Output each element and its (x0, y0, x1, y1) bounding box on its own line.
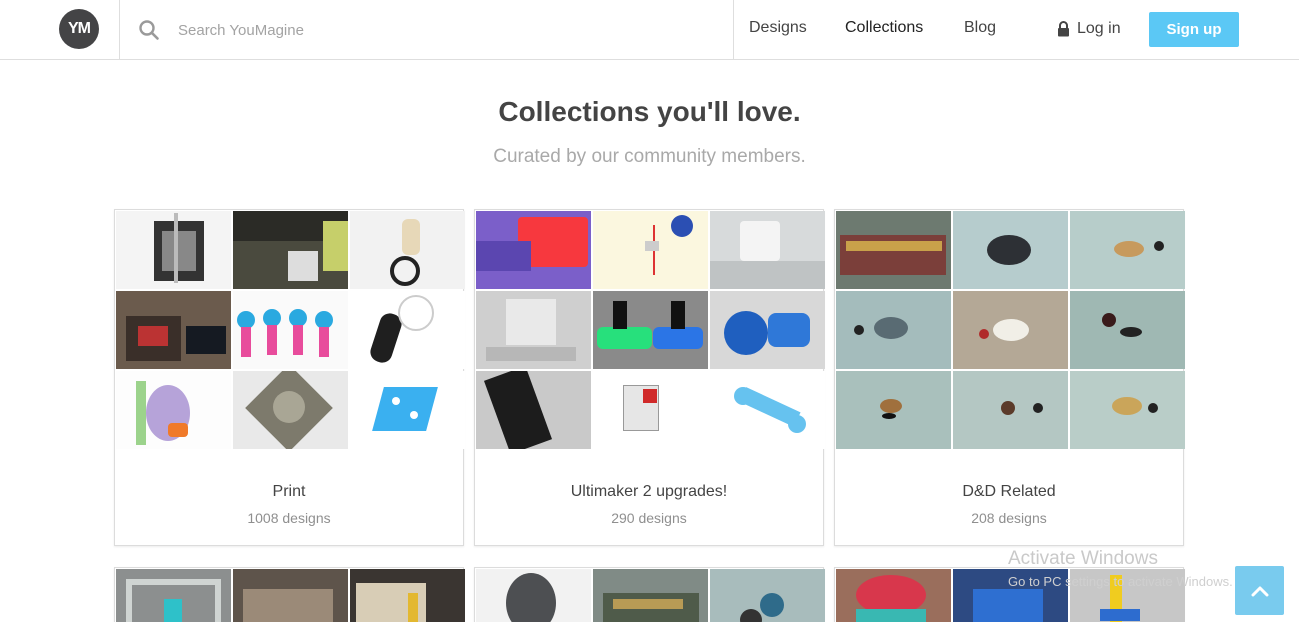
thumb-miniature-army (836, 211, 951, 289)
thumb-green-mount (593, 291, 708, 369)
thumb-headset (350, 291, 465, 369)
header-divider (119, 0, 120, 60)
thumbnail-grid (115, 568, 465, 622)
thumb-printer-head (710, 211, 825, 289)
thumb-printer-box (350, 569, 465, 622)
top-header: YM Designs Collections Blog Log in Sign … (0, 0, 1299, 60)
collection-title[interactable]: Print (115, 483, 463, 501)
thumb-blue-bracket (350, 371, 465, 449)
nav-designs[interactable]: Designs (749, 19, 807, 37)
thumb-figure-bike (350, 211, 465, 289)
thumb-printer-bed (233, 569, 348, 622)
signup-button[interactable]: Sign up (1149, 12, 1239, 47)
thumbnail-grid (475, 568, 825, 622)
thumb-spool-holder (116, 371, 231, 449)
thumb-boar-miniature (1070, 211, 1185, 289)
back-to-top-button[interactable] (1235, 566, 1284, 615)
thumb-miniature-group (593, 569, 708, 622)
thumb-red-spool (836, 569, 951, 622)
activate-windows-title: Activate Windows (1008, 548, 1158, 569)
youmagine-logo[interactable]: YM (59, 9, 99, 49)
collection-card-dnd[interactable]: D&D Related 208 designs (834, 209, 1185, 546)
nav-collections[interactable]: Collections (845, 19, 923, 37)
thumbnail-grid (475, 210, 825, 449)
thumb-printer-frame (116, 569, 231, 622)
collection-count: 1008 designs (247, 510, 331, 526)
thumb-pink-figures (233, 291, 348, 369)
thumbnail-grid (835, 210, 1185, 449)
search-icon[interactable] (138, 19, 160, 41)
thumb-printer-monitor (116, 291, 231, 369)
header-divider (733, 0, 734, 60)
collection-card-print[interactable]: Print 1008 designs (114, 209, 465, 546)
collection-count: 208 designs (971, 510, 1047, 526)
thumb-robot-figure (476, 569, 591, 622)
thumb-deer-miniature (836, 371, 951, 449)
activate-windows-subtitle: Go to PC settings to activate Windows. (1008, 574, 1233, 589)
login-link[interactable]: Log in (1057, 20, 1121, 38)
thumb-red-block (476, 211, 591, 289)
thumb-blue-miniature (710, 569, 825, 622)
search-input[interactable] (178, 16, 698, 44)
login-label: Log in (1077, 20, 1121, 37)
collection-title[interactable]: D&D Related (835, 483, 1183, 501)
thumb-rhino-miniature (836, 291, 951, 369)
thumb-small-miniature (953, 371, 1068, 449)
nav-blog[interactable]: Blog (964, 19, 996, 37)
collection-count: 290 designs (611, 510, 687, 526)
page-subtitle: Curated by our community members. (493, 146, 806, 167)
thumb-dark-creature (953, 211, 1068, 289)
thumbnail-grid (115, 210, 465, 449)
collection-card-partial[interactable] (474, 567, 825, 622)
thumb-ultimaker-plate (476, 291, 591, 369)
collection-card-ultimaker[interactable]: Ultimaker 2 upgrades! 290 designs (474, 209, 825, 546)
thumb-printer-dark (233, 211, 348, 289)
thumb-3d-printer (116, 211, 231, 289)
thumb-white-mount (593, 371, 708, 449)
thumb-tiny-creature (1070, 291, 1185, 369)
thumb-lamp-clock (593, 211, 708, 289)
logo-text: YM (68, 20, 91, 37)
thumb-blue-wrench (710, 371, 825, 449)
thumb-black-tube (476, 371, 591, 449)
chevron-up-icon (1251, 586, 1268, 596)
thumb-polar-bear (953, 291, 1068, 369)
thumb-dome-part (233, 371, 348, 449)
collection-title[interactable]: Ultimaker 2 upgrades! (475, 483, 823, 501)
thumb-golden-beast (1070, 371, 1185, 449)
page-title: Collections you'll love. (498, 96, 801, 127)
lock-icon (1058, 21, 1069, 37)
collection-card-partial[interactable] (114, 567, 465, 622)
thumb-blue-fan-duct (710, 291, 825, 369)
